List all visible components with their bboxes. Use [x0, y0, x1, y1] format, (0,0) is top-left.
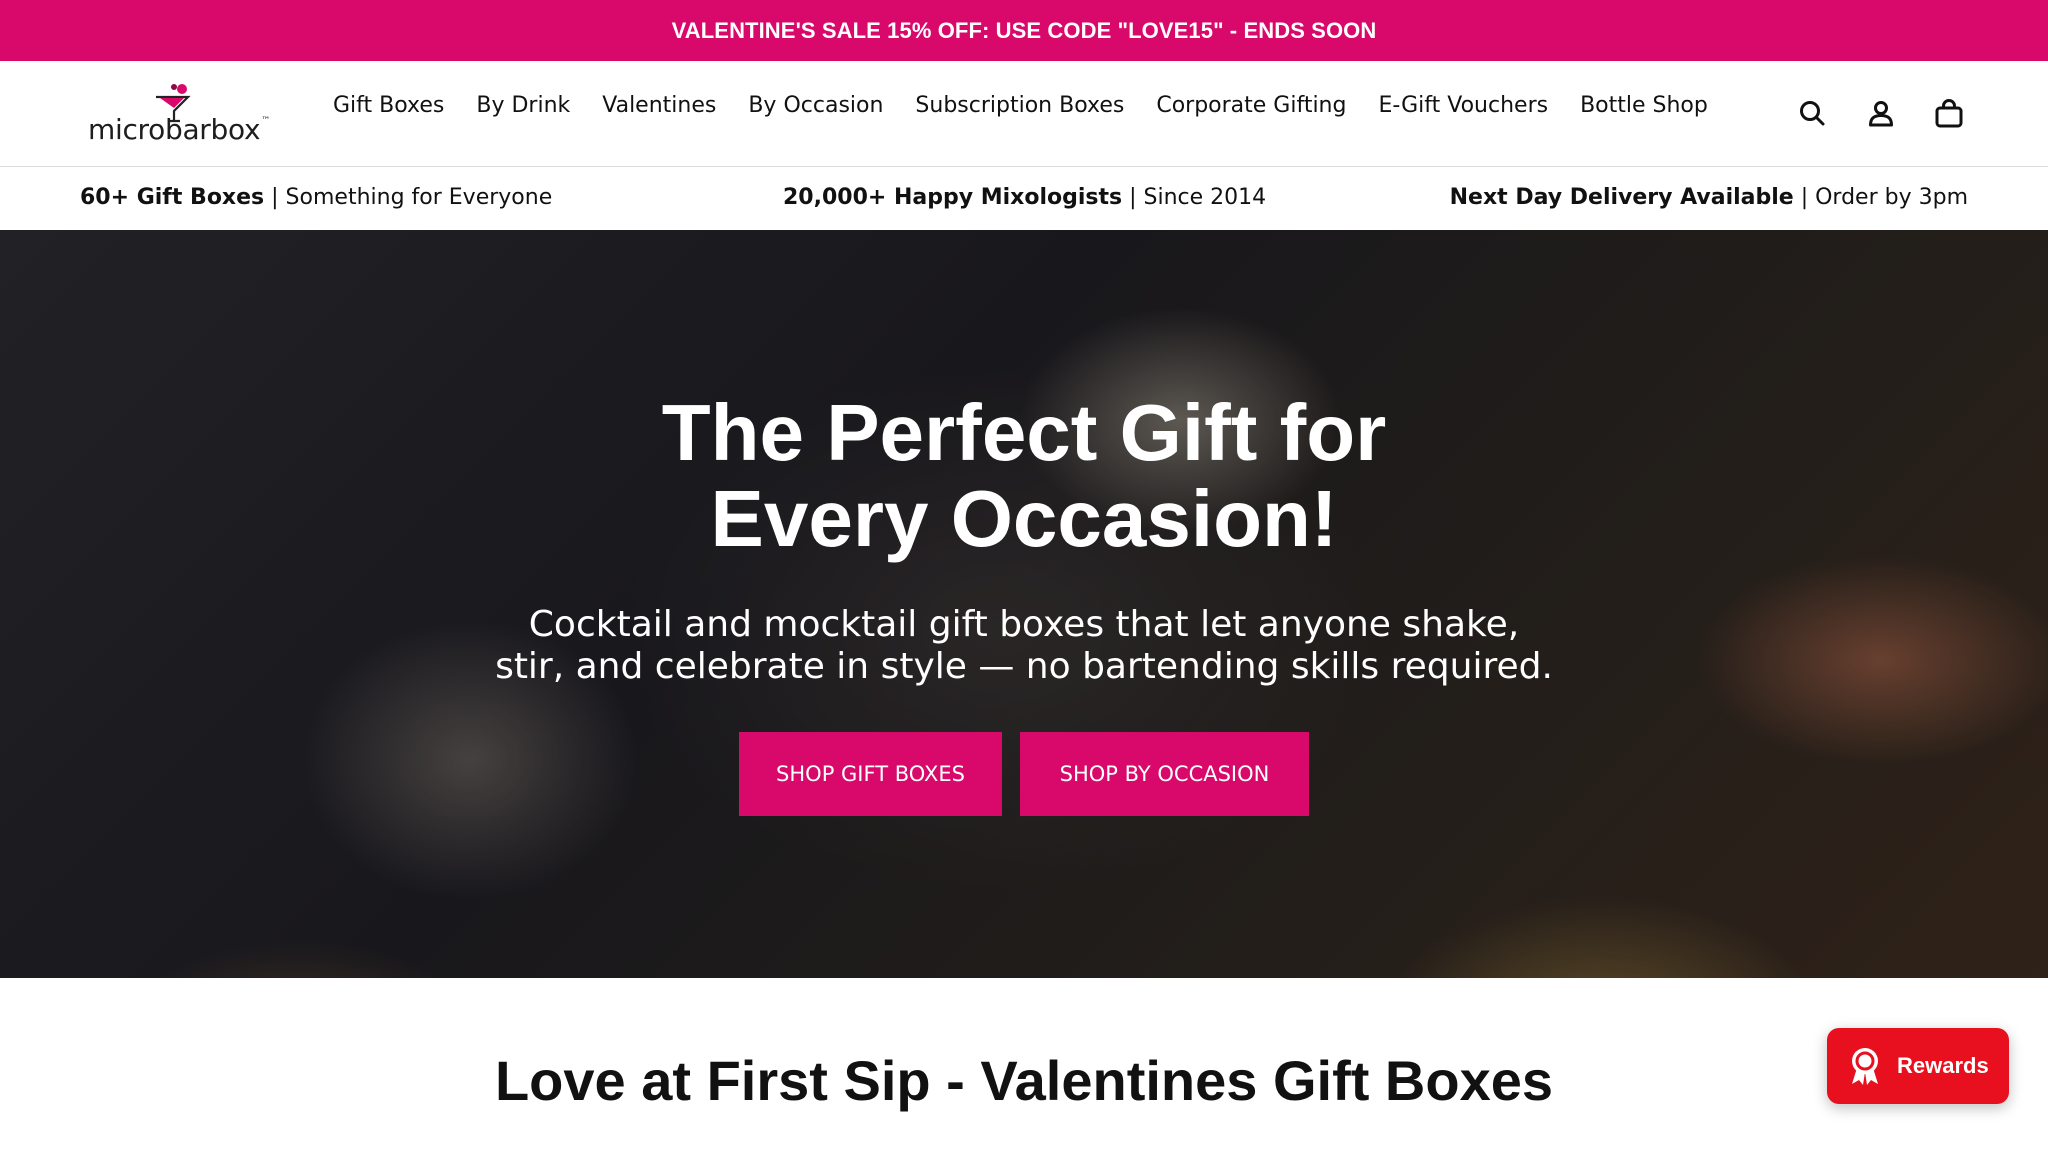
hero-subtitle: Cocktail and mocktail gift boxes that le… — [495, 604, 1553, 687]
nav-corporate-gifting[interactable]: Corporate Gifting — [1156, 93, 1346, 118]
nav-by-occasion[interactable]: By Occasion — [748, 93, 883, 118]
section-title: Love at First Sip - Valentines Gift Boxe… — [494, 1049, 1554, 1112]
rewards-button[interactable]: Rewards — [1827, 1028, 2009, 1104]
brand-logo[interactable]: microbarbox™ — [88, 83, 278, 147]
usp-gift-boxes: 60+ Gift Boxes | Something for Everyone — [80, 185, 553, 210]
nav-valentines[interactable]: Valentines — [602, 93, 716, 118]
nav-by-drink[interactable]: By Drink — [476, 93, 570, 118]
account-icon[interactable] — [1864, 97, 1898, 131]
hero-banner: The Perfect Gift for Every Occasion! Cock… — [0, 230, 2048, 978]
usp-next-day-delivery: Next Day Delivery Available | Order by 3… — [1449, 185, 1968, 210]
usp-happy-mixologists: 20,000+ Happy Mixologists | Since 2014 — [783, 185, 1267, 210]
nav-e-gift-vouchers[interactable]: E-Gift Vouchers — [1378, 93, 1548, 118]
announcement-text: VALENTINE'S SALE 15% OFF: USE CODE "LOVE… — [671, 17, 1377, 43]
search-icon[interactable] — [1796, 97, 1830, 131]
nav-gift-boxes[interactable]: Gift Boxes — [333, 93, 444, 118]
rewards-label: Rewards — [1897, 1053, 1989, 1078]
brand-wordmark: microbarbox™ — [88, 113, 270, 146]
header-actions — [1796, 97, 1966, 131]
hero-title: The Perfect Gift for Every Occasion! — [661, 388, 1387, 563]
shop-gift-boxes-button[interactable]: SHOP GIFT BOXES — [739, 732, 1002, 816]
cart-icon[interactable] — [1932, 97, 1966, 131]
site-header: microbarbox™ Gift Boxes By Drink Valenti… — [0, 61, 2048, 167]
nav-bottle-shop[interactable]: Bottle Shop — [1580, 93, 1708, 118]
main-nav: Gift Boxes By Drink Valentines By Occasi… — [333, 93, 1740, 118]
announcement-bar[interactable]: VALENTINE'S SALE 15% OFF: USE CODE "LOVE… — [0, 0, 2048, 61]
shop-by-occasion-button[interactable]: SHOP BY OCCASION — [1020, 732, 1309, 816]
usp-bar: 60+ Gift Boxes | Something for Everyone … — [0, 168, 2048, 230]
ribbon-award-icon — [1852, 1048, 1878, 1085]
nav-subscription-boxes[interactable]: Subscription Boxes — [915, 93, 1124, 118]
